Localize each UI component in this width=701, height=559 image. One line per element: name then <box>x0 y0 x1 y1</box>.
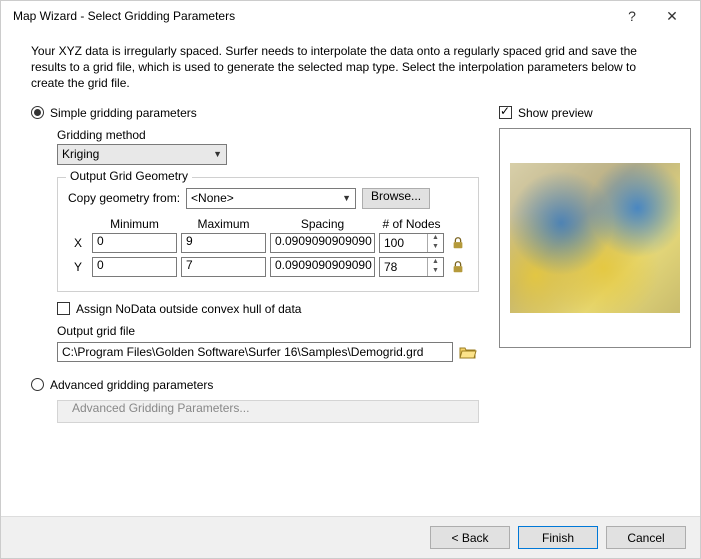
x-max-input[interactable]: 9 <box>181 233 266 253</box>
simple-gridding-radio[interactable]: Simple gridding parameters <box>31 106 479 120</box>
chevron-up-icon[interactable]: ▲ <box>428 234 443 243</box>
y-row-label: Y <box>68 260 88 274</box>
chevron-down-icon: ▼ <box>213 149 222 159</box>
x-spacing-input[interactable]: 0.0909090909090 <box>270 233 375 253</box>
titlebar: Map Wizard - Select Gridding Parameters … <box>1 1 700 31</box>
assign-nodata-label: Assign NoData outside convex hull of dat… <box>76 302 301 316</box>
back-button[interactable]: < Back <box>430 526 510 549</box>
chevron-up-icon[interactable]: ▲ <box>428 258 443 267</box>
x-lock-icon[interactable] <box>448 236 468 250</box>
close-button[interactable]: ✕ <box>652 8 692 25</box>
chevron-down-icon: ▼ <box>342 193 351 203</box>
help-button[interactable]: ? <box>612 8 652 24</box>
chevron-down-icon[interactable]: ▼ <box>428 243 443 252</box>
preview-panel <box>499 128 691 348</box>
geometry-legend: Output Grid Geometry <box>66 169 192 183</box>
y-nodes-value: 78 <box>380 258 427 276</box>
footer-bar: < Back Finish Cancel <box>1 516 700 558</box>
y-max-input[interactable]: 7 <box>181 257 266 277</box>
checkbox-icon <box>499 106 512 119</box>
chevron-down-icon[interactable]: ▼ <box>428 267 443 276</box>
output-grid-label: Output grid file <box>57 324 479 338</box>
y-spacing-input[interactable]: 0.0909090909090 <box>270 257 375 277</box>
output-grid-input[interactable]: C:\Program Files\Golden Software\Surfer … <box>57 342 453 362</box>
y-lock-icon[interactable] <box>448 260 468 274</box>
gridding-method-value: Kriging <box>62 147 99 161</box>
x-nodes-value: 100 <box>380 234 427 252</box>
advanced-gridding-radio[interactable]: Advanced gridding parameters <box>31 378 479 392</box>
assign-nodata-checkbox[interactable]: Assign NoData outside convex hull of dat… <box>57 302 479 316</box>
copy-geometry-value: <None> <box>191 191 234 205</box>
gridding-method-label: Gridding method <box>57 128 479 142</box>
copy-geometry-dropdown[interactable]: <None> ▼ <box>186 188 356 209</box>
show-preview-checkbox[interactable]: Show preview <box>499 106 691 120</box>
window-title: Map Wizard - Select Gridding Parameters <box>13 9 612 23</box>
gridding-method-dropdown[interactable]: Kriging ▼ <box>57 144 227 165</box>
x-min-input[interactable]: 0 <box>92 233 177 253</box>
open-folder-button[interactable] <box>457 342 479 362</box>
y-nodes-stepper[interactable]: 78 ▲▼ <box>379 257 444 277</box>
preview-image <box>510 163 680 313</box>
checkbox-icon <box>57 302 70 315</box>
advanced-gridding-parameters-button: Advanced Gridding Parameters... <box>57 400 479 423</box>
copy-geometry-label: Copy geometry from: <box>68 191 180 205</box>
radio-dot-icon <box>31 378 44 391</box>
simple-gridding-label: Simple gridding parameters <box>50 106 197 120</box>
wizard-window: Map Wizard - Select Gridding Parameters … <box>0 0 701 559</box>
output-grid-geometry-fieldset: Output Grid Geometry Copy geometry from:… <box>57 177 479 292</box>
col-nodes-header: # of Nodes <box>379 217 444 231</box>
col-max-header: Maximum <box>181 217 266 231</box>
radio-dot-icon <box>31 106 44 119</box>
x-nodes-stepper[interactable]: 100 ▲▼ <box>379 233 444 253</box>
finish-button[interactable]: Finish <box>518 526 598 549</box>
cancel-button[interactable]: Cancel <box>606 526 686 549</box>
intro-text: Your XYZ data is irregularly spaced. Sur… <box>31 43 680 92</box>
browse-button[interactable]: Browse... <box>362 188 430 209</box>
y-min-input[interactable]: 0 <box>92 257 177 277</box>
show-preview-label: Show preview <box>518 106 593 120</box>
col-spacing-header: Spacing <box>270 217 375 231</box>
advanced-gridding-label: Advanced gridding parameters <box>50 378 213 392</box>
x-row-label: X <box>68 236 88 250</box>
col-min-header: Minimum <box>92 217 177 231</box>
